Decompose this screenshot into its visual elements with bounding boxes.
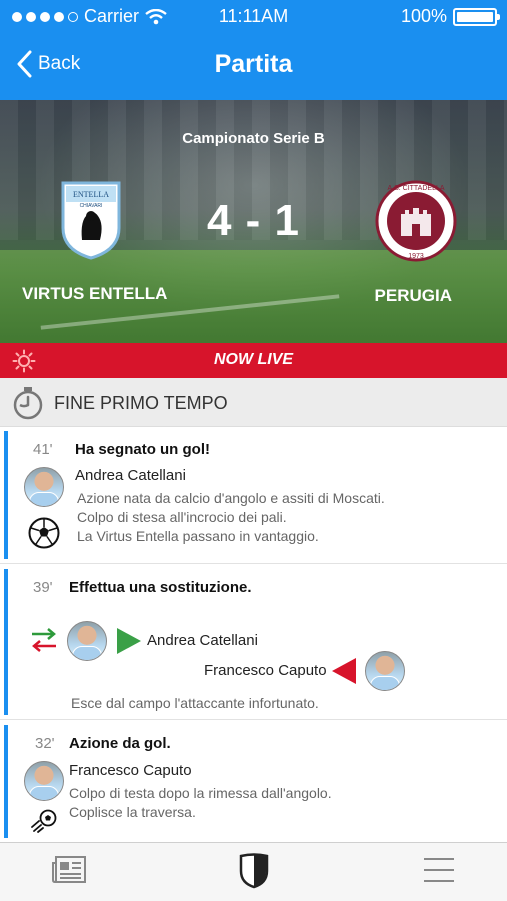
navigation-bar: Back Partita	[0, 36, 507, 100]
player-in-name: Andrea Catellani	[147, 632, 258, 649]
description-line: La Virtus Entella passano in vantaggio.	[77, 528, 319, 544]
description-line: Azione nata da calcio d'angolo e assiti …	[77, 490, 385, 506]
event-accent	[4, 431, 8, 559]
event-accent	[4, 725, 8, 838]
away-team-crest: A.S. CITTADELLA 1973	[375, 180, 457, 262]
description-line: Coplisce la traversa.	[69, 804, 196, 820]
live-banner: NOW LIVE	[0, 343, 507, 378]
menu-icon[interactable]	[424, 857, 454, 883]
live-label: NOW LIVE	[213, 351, 294, 368]
top-bar: Carrier 11:11AM 100% Back Partita	[0, 0, 507, 100]
event-minute: 41'	[33, 441, 53, 458]
event-description: Colpo di testa dopo la rimessa dall'ango…	[69, 784, 332, 822]
league-name: Campionato Serie B	[182, 130, 325, 147]
event-title: Ha segnato un gol!	[75, 441, 210, 458]
match-header: Campionato Serie B ENTELLA CHIAVARI 4 - …	[0, 100, 507, 343]
away-team-name: PERUGIA	[374, 286, 452, 305]
shield-icon[interactable]	[239, 853, 269, 889]
svg-text:1973: 1973	[408, 253, 424, 260]
event-minute: 32'	[35, 735, 55, 752]
event-description: Azione nata da calcio d'angolo e assiti …	[77, 489, 385, 546]
description-line: Colpo di stesa all'incrocio dei pali.	[77, 509, 287, 525]
event-chance[interactable]: 32' Azione da gol. Francesco Caputo Colp…	[0, 721, 507, 842]
stopwatch-icon	[13, 387, 43, 420]
player-out-name: Francesco Caputo	[204, 662, 327, 679]
news-icon[interactable]	[51, 855, 87, 885]
event-description: Esce dal campo l'attaccante infortunato.	[71, 695, 319, 711]
event-substitution[interactable]: 39' Effettua una sostituzione. Andrea Ca…	[0, 565, 507, 720]
battery-percent: 100%	[400, 6, 447, 26]
svg-text:A.S. CITTADELLA: A.S. CITTADELLA	[387, 185, 444, 192]
player-avatar	[24, 467, 64, 507]
tab-bar	[0, 842, 507, 901]
shot-ball-icon	[31, 809, 57, 833]
period-label: FINE PRIMO TEMPO	[54, 393, 228, 413]
period-header: FINE PRIMO TEMPO	[0, 378, 507, 427]
event-title: Effettua una sostituzione.	[69, 579, 252, 596]
player-name: Andrea Catellani	[75, 467, 186, 484]
soccer-ball-icon	[28, 517, 60, 549]
player-name: Francesco Caputo	[69, 762, 192, 779]
player-avatar	[24, 761, 64, 801]
description-line: Colpo di testa dopo la rimessa dall'ango…	[69, 785, 332, 801]
status-bar: Carrier 11:11AM 100%	[0, 0, 507, 32]
player-out-arrow-icon	[332, 658, 356, 684]
player-out-avatar	[365, 651, 405, 691]
substitution-icon	[32, 628, 56, 652]
event-goal[interactable]: 41' Ha segnato un gol! Andrea Catellani …	[0, 427, 507, 564]
event-minute: 39'	[33, 579, 53, 596]
event-title: Azione da gol.	[69, 735, 171, 752]
event-accent	[4, 569, 8, 715]
player-in-avatar	[67, 621, 107, 661]
player-in-arrow-icon	[117, 628, 141, 654]
battery-icon	[453, 7, 500, 26]
home-team-name: VIRTUS ENTELLA	[22, 284, 168, 303]
page-title: Partita	[214, 50, 293, 78]
